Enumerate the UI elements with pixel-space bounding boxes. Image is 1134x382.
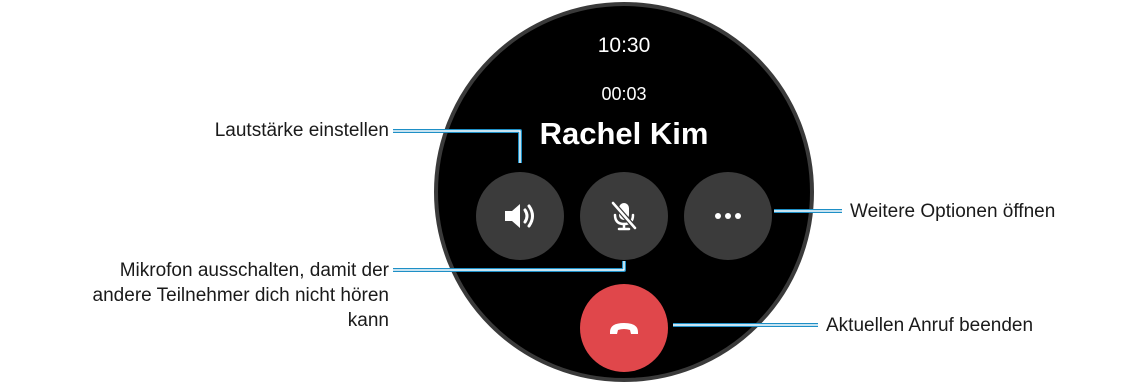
- mute-callout-label: Mikrofon ausschalten, damit der andere T…: [93, 258, 389, 333]
- mute-callout-line-2: andere Teilnehmer dich nicht hören: [92, 285, 389, 306]
- more-options-callout-label: Weitere Optionen öffnen: [850, 201, 1056, 222]
- mute-callout-line-1: Mikrofon ausschalten, damit der: [119, 260, 389, 281]
- end-call-callout-label: Aktuellen Anruf beenden: [826, 315, 1034, 336]
- call-screen-illustration: 10:30 00:03 Rachel Kim Lautstärke einste…: [0, 0, 1134, 382]
- volume-callout-line: [393, 129, 522, 163]
- mute-callout-line: [393, 261, 626, 272]
- mute-callout-line-3: kann: [347, 310, 389, 331]
- volume-callout-label: Lautstärke einstellen: [214, 120, 389, 141]
